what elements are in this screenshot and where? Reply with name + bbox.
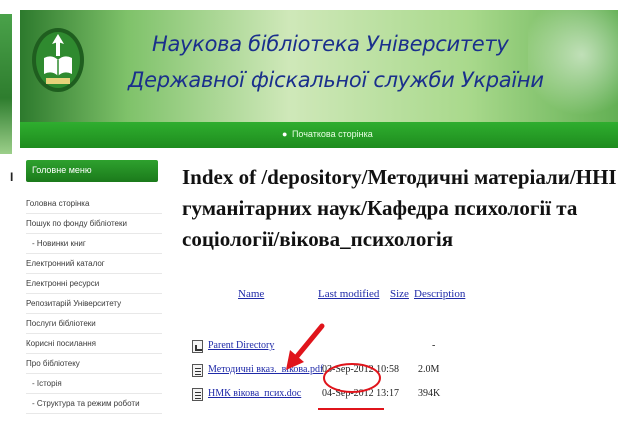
site-header: Наукова бібліотека Університету Державно…	[20, 10, 618, 122]
list-item: Parent Directory -	[192, 338, 622, 362]
page-title-line2: гуманітарних наук/Кафедра психології та	[182, 196, 578, 220]
file-size: 2.0M	[418, 364, 440, 375]
sidebar-item-about[interactable]: Про бібліотеку	[26, 354, 162, 374]
file-icon	[192, 364, 203, 377]
column-description-link[interactable]: Description	[414, 288, 465, 300]
library-logo-icon	[32, 28, 84, 92]
file-link[interactable]: НМК вікова_псих.doc	[208, 388, 301, 399]
top-navbar: ● Початкова сторінка	[20, 122, 618, 148]
column-last-modified-link[interactable]: Last modified	[318, 288, 379, 300]
left-crop-text: І	[10, 170, 14, 184]
list-item: Методичні вказ._вікова.pdf 03-Sep-2012 1…	[192, 362, 622, 386]
file-date: 04-Sep-2012 13:17	[322, 388, 399, 399]
main-content: Index of /depository/Методичні матеріали…	[182, 162, 624, 426]
sidebar-item-new-books[interactable]: - Новинки книг	[26, 234, 162, 254]
file-size: -	[432, 340, 436, 351]
sidebar: Головне меню Головна сторінка Пошук по ф…	[26, 160, 168, 426]
column-name-link[interactable]: Name	[238, 288, 264, 300]
sidebar-item-e-resources[interactable]: Електронні ресурси	[26, 274, 162, 294]
file-date: 03-Sep-2012 10:58	[322, 364, 399, 375]
sidebar-item-catalog[interactable]: Електронний каталог	[26, 254, 162, 274]
home-link[interactable]: ● Початкова сторінка	[282, 129, 373, 139]
left-crop-green-edge	[0, 14, 12, 154]
sidebar-item-services[interactable]: Послуги бібліотеки	[26, 314, 162, 334]
list-item: НМК вікова_псих.doc 04-Sep-2012 13:17 39…	[192, 386, 622, 410]
page-title-line3: соціології/вікова_психологія	[182, 227, 454, 251]
sidebar-item-links[interactable]: Корисні посилання	[26, 334, 162, 354]
file-icon	[192, 388, 203, 401]
parent-directory-link[interactable]: Parent Directory	[208, 340, 274, 351]
sidebar-item-repository[interactable]: Репозитарій Університету	[26, 294, 162, 314]
sidebar-item-home[interactable]: Головна сторінка	[26, 194, 162, 214]
column-size-link[interactable]: Size	[390, 288, 409, 300]
back-icon	[192, 340, 203, 353]
home-link-label: Початкова сторінка	[291, 129, 373, 139]
page-title-line1: Index of /depository/Методичні матеріали…	[182, 165, 617, 189]
header-title-line1: Наукова бібліотека Університету	[152, 32, 509, 56]
header-title-line2: Державної фіскальної служби України	[128, 68, 544, 92]
left-crop-strip: І	[0, 0, 20, 426]
sidebar-item-search[interactable]: Пошук по фонду бібліотеки	[26, 214, 162, 234]
directory-listing: Parent Directory - Методичні вказ._віков…	[192, 338, 622, 410]
home-icon: ●	[282, 129, 288, 139]
sidebar-item-history[interactable]: - Історія	[26, 374, 162, 394]
file-link[interactable]: Методичні вказ._вікова.pdf	[208, 364, 323, 375]
header-decoration	[528, 10, 618, 122]
sidebar-item-structure[interactable]: - Структура та режим роботи	[26, 394, 162, 414]
file-size: 394K	[418, 388, 441, 399]
sidebar-menu: Головна сторінка Пошук по фонду бібліоте…	[26, 194, 168, 414]
sidebar-menu-header: Головне меню	[26, 160, 158, 182]
